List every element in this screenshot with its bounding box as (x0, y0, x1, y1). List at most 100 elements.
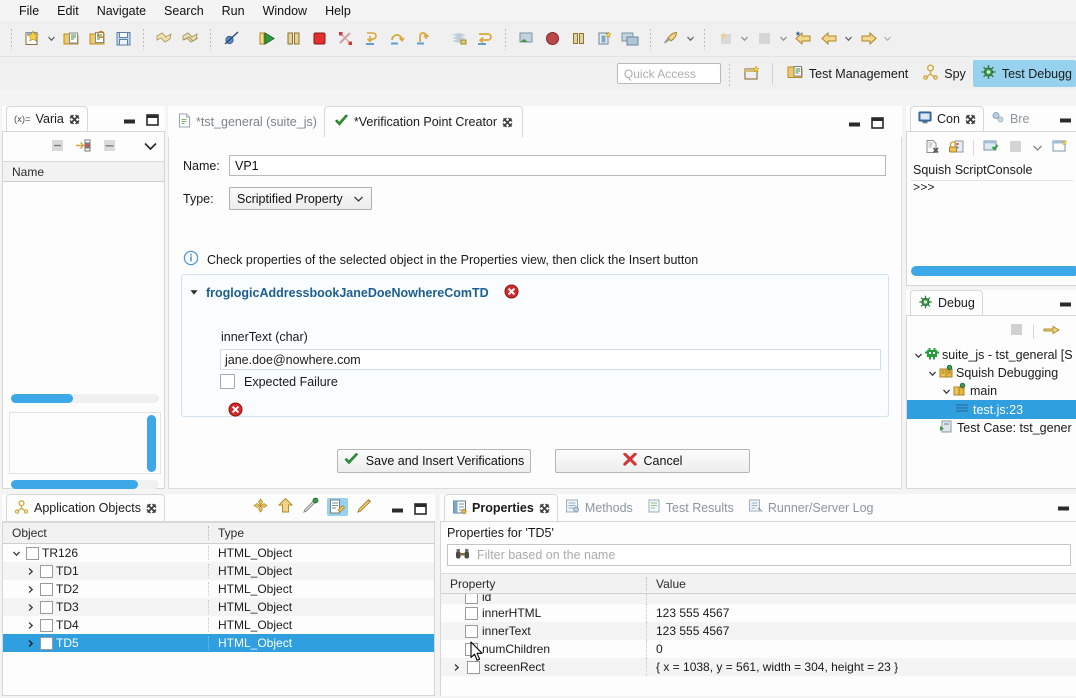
column-property[interactable]: Property (441, 577, 646, 591)
table-row[interactable]: TD2 HTML_Object (3, 580, 434, 598)
pick-object-icon[interactable] (252, 497, 269, 517)
step-into-icon[interactable] (358, 26, 384, 52)
filter-input[interactable]: Filter based on the name (447, 544, 1071, 566)
search-icon[interactable] (712, 26, 738, 52)
property-value-input[interactable]: jane.doe@nowhere.com (220, 349, 881, 370)
skip-breakpoints-icon[interactable] (218, 26, 244, 52)
perspective-spy[interactable]: Spy (915, 60, 973, 87)
minimize-icon[interactable] (1059, 114, 1072, 128)
expected-failure-checkbox[interactable] (220, 374, 235, 389)
tab-breakpoints[interactable]: Bre (984, 106, 1036, 131)
close-icon[interactable] (146, 503, 157, 514)
tab-variables[interactable]: (x)= Varia (6, 106, 88, 131)
record-snippet-icon[interactable] (151, 26, 177, 52)
chevron-right-icon[interactable] (23, 639, 37, 648)
table-row[interactable]: innerHTML 123 555 4567 (441, 604, 1076, 622)
row-checkbox[interactable] (40, 600, 53, 614)
variables-detail-vscrollbar[interactable] (147, 415, 156, 472)
table-row[interactable]: numChildren 0 (441, 640, 1076, 658)
back-new-icon[interactable] (790, 26, 816, 52)
chevron-right-icon[interactable] (23, 621, 37, 630)
display-console-icon[interactable] (983, 139, 999, 157)
parent-object-icon[interactable] (277, 497, 294, 517)
open-console-icon[interactable] (1052, 139, 1068, 157)
column-type[interactable]: Type (208, 526, 434, 540)
editor-tab-tst-general[interactable]: *tst_general (suite_js) (168, 106, 324, 137)
close-icon[interactable] (965, 114, 976, 125)
table-row[interactable]: TD3 HTML_Object (3, 598, 434, 616)
table-row-clipped[interactable]: id (441, 594, 1076, 604)
stop-icon[interactable] (306, 26, 332, 52)
tab-test-results[interactable]: Test Results (640, 494, 741, 521)
menu-item-window[interactable]: Window (254, 2, 316, 20)
step-over-icon[interactable] (384, 26, 410, 52)
tab-properties[interactable]: Properties (444, 494, 558, 521)
chevron-down-icon[interactable] (738, 27, 751, 51)
cancel-button[interactable]: Cancel (555, 449, 750, 473)
pick-object-icon[interactable] (617, 26, 643, 52)
minimize-icon[interactable] (391, 504, 404, 518)
table-row[interactable]: innerText 123 555 4567 (441, 622, 1076, 640)
close-icon[interactable] (69, 114, 80, 125)
record-round-icon[interactable] (539, 26, 565, 52)
debug-tree-row[interactable]: suite_js - tst_general [S (907, 346, 1076, 364)
chevron-right-icon[interactable] (23, 585, 37, 594)
chevron-down-icon[interactable] (939, 387, 953, 396)
chevron-down-icon[interactable] (777, 27, 790, 51)
maximize-icon[interactable] (146, 114, 159, 129)
chevron-right-icon[interactable] (449, 663, 463, 672)
column-object[interactable]: Object (3, 526, 208, 540)
new-file-icon[interactable] (19, 26, 45, 52)
chevron-down-icon[interactable] (842, 27, 855, 51)
maximize-icon[interactable] (871, 117, 884, 132)
quick-access-input[interactable]: Quick Access (616, 63, 721, 84)
row-checkbox[interactable] (40, 618, 53, 632)
show-type-names-icon[interactable] (75, 138, 92, 156)
new-test-suite-icon[interactable] (58, 26, 84, 52)
remove-all-terminated-icon[interactable] (1009, 322, 1024, 340)
step-return-icon[interactable] (410, 26, 436, 52)
debug-tree-row[interactable]: main (907, 382, 1076, 400)
chevron-down-icon[interactable] (1032, 141, 1043, 155)
menu-item-search[interactable]: Search (155, 2, 213, 20)
console-output[interactable]: >>> (911, 180, 1073, 258)
menu-item-run[interactable]: Run (213, 2, 254, 20)
row-checkbox[interactable] (465, 624, 478, 638)
chevron-down-icon[interactable] (45, 27, 58, 51)
pause-record-icon[interactable] (565, 26, 591, 52)
spy-object-icon[interactable] (513, 26, 539, 52)
minimize-icon[interactable] (848, 118, 861, 132)
menu-item-edit[interactable]: Edit (48, 2, 88, 20)
column-name[interactable]: Name (3, 165, 44, 179)
table-row[interactable]: screenRect { x = 1038, y = 561, width = … (441, 658, 1076, 676)
perspective-test-management[interactable]: Test Management (780, 60, 915, 87)
name-input[interactable]: VP1 (229, 155, 886, 176)
editor-tab-verification-point-creator[interactable]: *Verification Point Creator (323, 106, 524, 137)
step-script-icon[interactable] (472, 26, 498, 52)
variables-hscrollbar[interactable] (11, 394, 159, 403)
row-checkbox[interactable] (465, 606, 478, 620)
tab-methods[interactable]: Methods (558, 494, 640, 521)
row-checkbox[interactable] (465, 642, 478, 656)
expand-triangle-icon[interactable] (189, 286, 199, 300)
forward-icon[interactable] (855, 26, 881, 52)
edit-icon[interactable] (356, 497, 373, 517)
back-icon[interactable] (816, 26, 842, 52)
view-menu-icon[interactable] (143, 140, 158, 154)
maximize-icon[interactable] (414, 503, 427, 518)
external-tools-icon[interactable] (751, 26, 777, 52)
menu-item-navigate[interactable]: Navigate (88, 2, 155, 20)
resume-icon[interactable] (1043, 324, 1060, 339)
tab-debug[interactable]: Debug (910, 290, 983, 315)
row-checkbox[interactable] (465, 594, 478, 604)
pin-console-icon[interactable] (1008, 139, 1023, 157)
insert-object-icon[interactable] (591, 26, 617, 52)
pause-icon[interactable] (280, 26, 306, 52)
chevron-down-icon[interactable] (925, 369, 939, 378)
debug-tree-row-selected[interactable]: test.js:23 (907, 400, 1076, 419)
table-row[interactable]: TR126 HTML_Object (3, 544, 434, 562)
minimize-icon[interactable] (1059, 298, 1072, 312)
perspective-test-debugging[interactable]: Test Debugg (972, 60, 1076, 87)
table-row-selected[interactable]: TD5 HTML_Object (3, 634, 434, 652)
row-checkbox[interactable] (40, 564, 53, 578)
